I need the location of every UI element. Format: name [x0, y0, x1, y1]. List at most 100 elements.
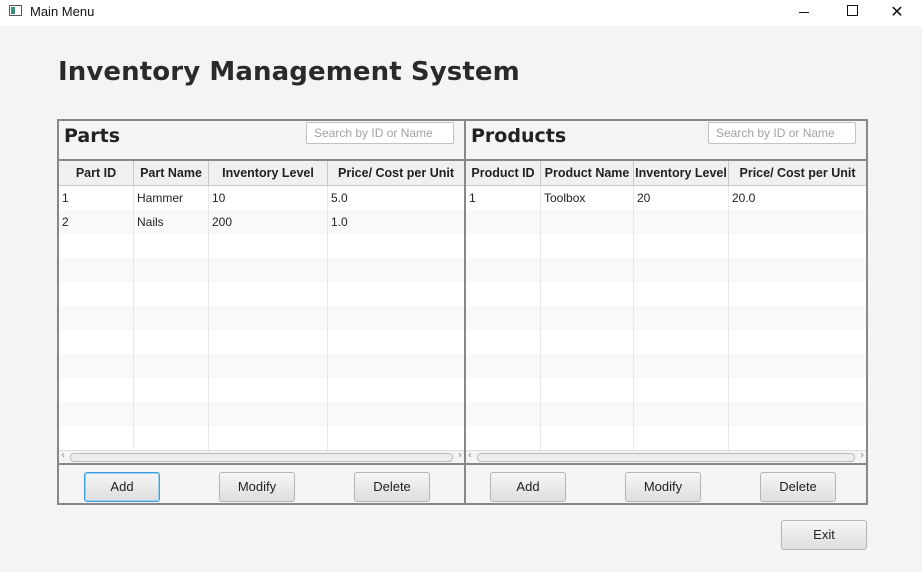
parts-add-button[interactable]: Add: [84, 472, 160, 502]
scroll-right-icon[interactable]: ›: [860, 450, 864, 461]
column-header-inventory-level[interactable]: Inventory Level: [634, 161, 729, 185]
column-header-part-name[interactable]: Part Name: [134, 161, 209, 185]
products-table[interactable]: Product ID Product Name Inventory Level …: [466, 159, 866, 465]
empty-cell: [59, 402, 134, 426]
empty-table-row: [466, 234, 866, 258]
empty-cell: [541, 402, 634, 426]
empty-cell: [328, 426, 464, 450]
empty-cell: [729, 330, 866, 354]
table-row[interactable]: 1 Toolbox 20 20.0: [466, 186, 866, 210]
parts-modify-button[interactable]: Modify: [219, 472, 295, 502]
products-modify-button[interactable]: Modify: [625, 472, 701, 502]
empty-table-row: [466, 282, 866, 306]
cell-part-id: 2: [59, 210, 134, 234]
column-header-price[interactable]: Price/ Cost per Unit: [328, 161, 464, 185]
column-header-part-id[interactable]: Part ID: [59, 161, 134, 185]
parts-delete-button[interactable]: Delete: [354, 472, 430, 502]
empty-cell: [634, 402, 729, 426]
products-title: Products: [471, 125, 567, 147]
table-row[interactable]: 1 Hammer 10 5.0: [59, 186, 464, 210]
column-header-product-id[interactable]: Product ID: [466, 161, 541, 185]
empty-table-row: [59, 402, 464, 426]
empty-cell: [59, 354, 134, 378]
parts-search-input[interactable]: [306, 122, 454, 144]
empty-cell: [59, 234, 134, 258]
empty-table-row: [59, 378, 464, 402]
column-header-price[interactable]: Price/ Cost per Unit: [729, 161, 866, 185]
empty-table-row: [59, 330, 464, 354]
empty-cell: [466, 354, 541, 378]
products-table-body: 1 Toolbox 20 20.0: [466, 186, 866, 450]
empty-cell: [328, 378, 464, 402]
empty-cell: [209, 306, 328, 330]
empty-cell: [59, 258, 134, 282]
empty-cell: [134, 234, 209, 258]
empty-cell: [634, 378, 729, 402]
scrollbar-thumb[interactable]: [70, 453, 453, 462]
scroll-left-icon[interactable]: ‹: [468, 450, 472, 461]
cell-inventory-level: 200: [209, 210, 328, 234]
title-bar: Main Menu ✕: [0, 0, 922, 26]
products-add-button[interactable]: Add: [490, 472, 566, 502]
empty-cell: [634, 306, 729, 330]
parts-horizontal-scrollbar[interactable]: ‹ ›: [59, 450, 464, 463]
empty-cell: [634, 234, 729, 258]
empty-cell: [59, 378, 134, 402]
empty-table-row: [466, 330, 866, 354]
empty-cell: [541, 258, 634, 282]
empty-cell: [59, 306, 134, 330]
scrollbar-thumb[interactable]: [477, 453, 855, 462]
empty-cell: [466, 234, 541, 258]
empty-cell: [59, 330, 134, 354]
exit-button[interactable]: Exit: [781, 520, 867, 550]
empty-cell: [59, 282, 134, 306]
table-row[interactable]: 2 Nails 200 1.0: [59, 210, 464, 234]
empty-cell: [209, 354, 328, 378]
empty-cell: [134, 282, 209, 306]
empty-cell: [466, 282, 541, 306]
empty-cell: [134, 426, 209, 450]
cell-price: 5.0: [331, 191, 348, 205]
app-icon: [9, 5, 22, 16]
empty-cell: [466, 330, 541, 354]
empty-cell: [466, 306, 541, 330]
products-delete-button[interactable]: Delete: [760, 472, 836, 502]
empty-table-row: [466, 354, 866, 378]
scroll-right-icon[interactable]: ›: [458, 450, 462, 461]
empty-cell: [466, 402, 541, 426]
empty-cell: [541, 210, 634, 234]
empty-cell: [541, 378, 634, 402]
empty-cell: [634, 210, 729, 234]
products-pane: Products Product ID Product Name Invento…: [464, 119, 868, 505]
empty-table-row: [59, 354, 464, 378]
empty-cell: [466, 426, 541, 450]
close-button[interactable]: ✕: [874, 0, 920, 26]
scroll-left-icon[interactable]: ‹: [61, 450, 65, 461]
parts-title: Parts: [64, 125, 120, 147]
empty-cell: [634, 282, 729, 306]
empty-cell: [729, 210, 866, 234]
column-header-inventory-level[interactable]: Inventory Level: [209, 161, 328, 185]
minimize-button[interactable]: [781, 0, 827, 26]
cell-inventory-level: 10: [209, 186, 328, 210]
empty-cell: [729, 426, 866, 450]
window-title: Main Menu: [30, 4, 95, 19]
empty-cell: [328, 258, 464, 282]
cell-product-id: 1: [466, 186, 541, 210]
empty-table-row: [59, 282, 464, 306]
column-header-product-name[interactable]: Product Name: [541, 161, 634, 185]
empty-cell: [209, 330, 328, 354]
empty-cell: [134, 258, 209, 282]
empty-cell: [328, 306, 464, 330]
cell-part-name: Nails: [134, 210, 209, 234]
maximize-button[interactable]: [829, 0, 875, 26]
parts-table[interactable]: Part ID Part Name Inventory Level Price/…: [59, 159, 464, 465]
empty-cell: [328, 354, 464, 378]
empty-cell: [541, 234, 634, 258]
products-horizontal-scrollbar[interactable]: ‹ ›: [466, 450, 866, 463]
empty-cell: [729, 306, 866, 330]
empty-cell: [209, 378, 328, 402]
empty-cell: [634, 426, 729, 450]
empty-cell: [134, 354, 209, 378]
products-search-input[interactable]: [708, 122, 856, 144]
